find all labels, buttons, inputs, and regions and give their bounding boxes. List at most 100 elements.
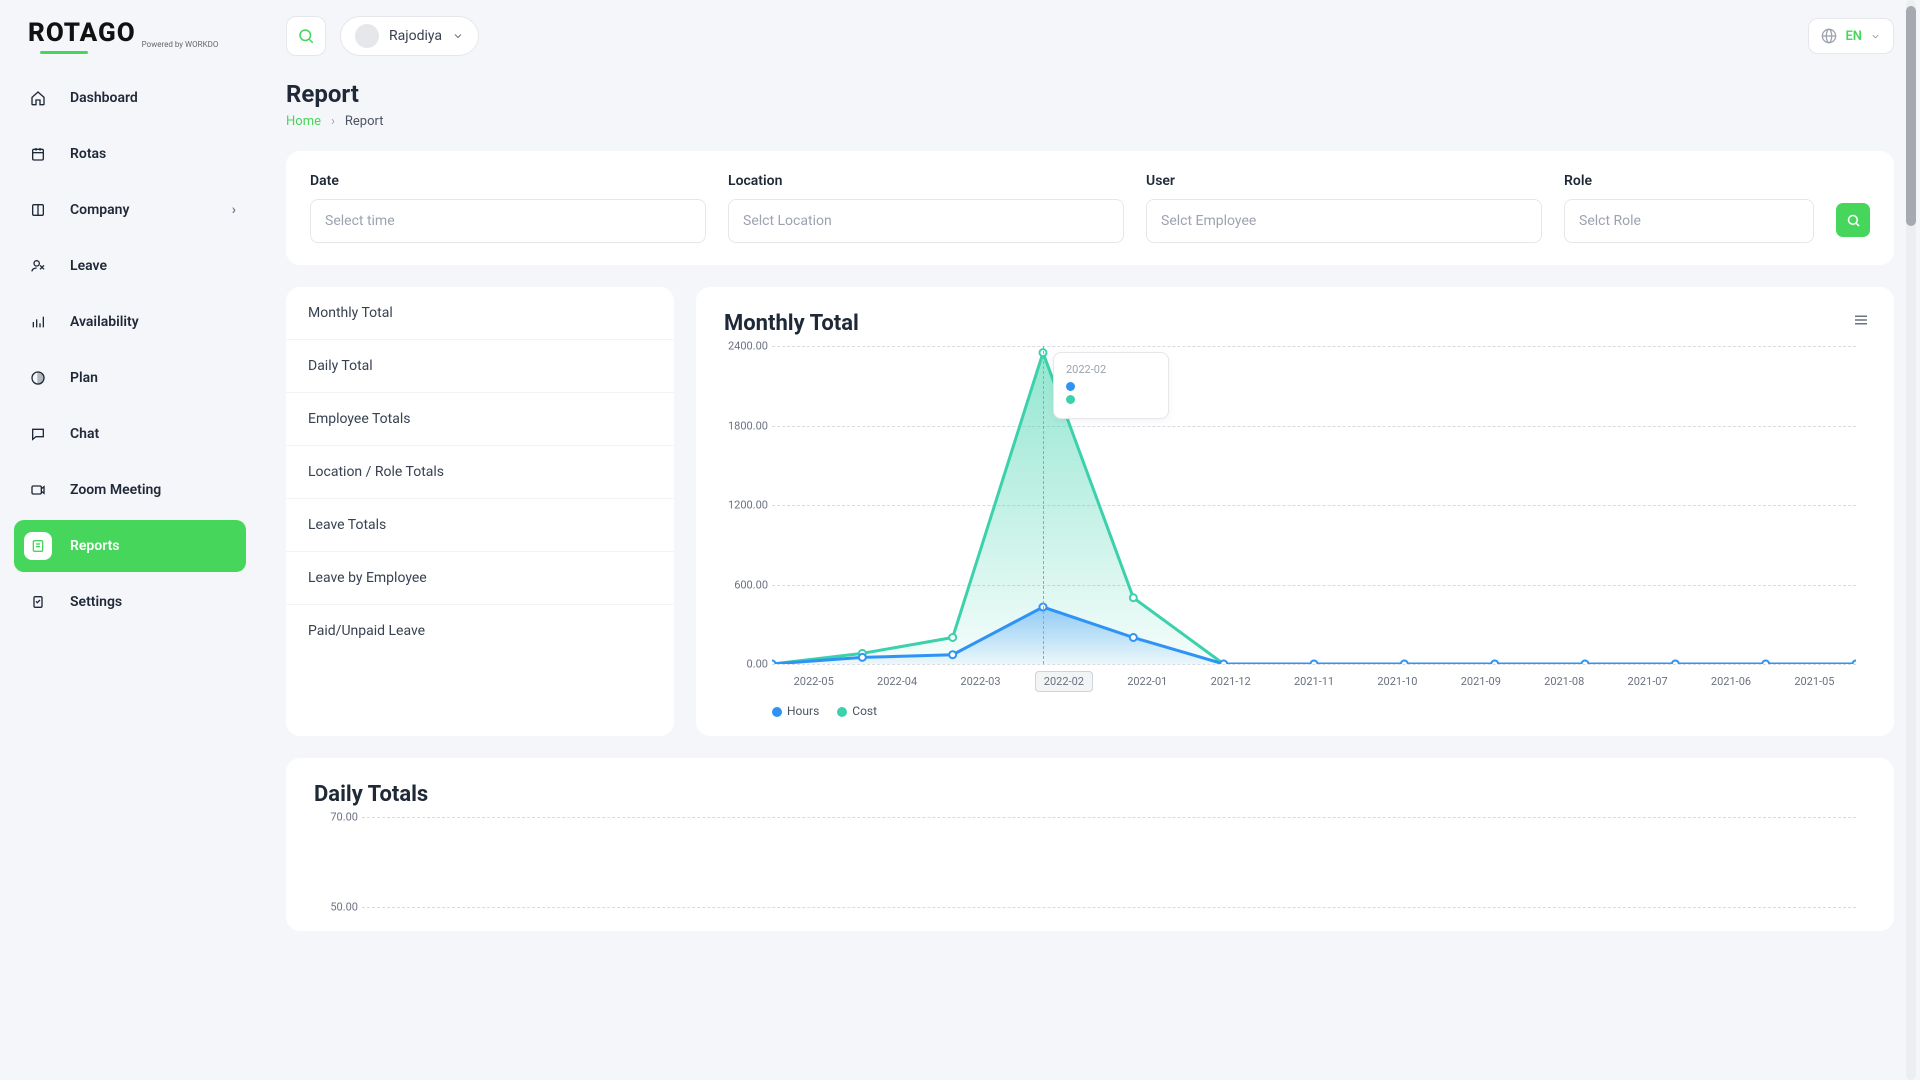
x-tick: 2021-11 bbox=[1272, 675, 1355, 688]
search-icon bbox=[1846, 213, 1861, 228]
date-field: Date bbox=[310, 173, 706, 243]
y-tick: 1800.00 bbox=[718, 419, 768, 432]
sidebar-item-label: Dashboard bbox=[70, 90, 138, 106]
sidebar-item-rotas[interactable]: Rotas bbox=[14, 128, 246, 180]
user-menu[interactable]: Rajodiya bbox=[340, 16, 479, 56]
chevron-down-icon bbox=[452, 30, 464, 42]
sidebar-item-label: Availability bbox=[70, 314, 139, 330]
chart-legend: Hours Cost bbox=[772, 704, 1866, 718]
role-label: Role bbox=[1564, 173, 1814, 189]
y-tick: 70.00 bbox=[308, 811, 358, 824]
role-field: Role bbox=[1564, 173, 1814, 243]
chart-area[interactable]: 50.0070.00 bbox=[362, 817, 1856, 907]
chart-title: Daily Totals bbox=[314, 782, 1866, 807]
app-logo: ROTAGO Powered by WORKDO bbox=[28, 18, 238, 48]
legend-hours: Hours bbox=[772, 704, 819, 718]
dashboard-icon bbox=[24, 84, 52, 112]
report-tab-employee-totals[interactable]: Employee Totals bbox=[286, 393, 674, 446]
y-tick: 50.00 bbox=[308, 901, 358, 914]
report-tab-paid-unpaid-leave[interactable]: Paid/Unpaid Leave bbox=[286, 605, 674, 657]
avatar bbox=[355, 24, 379, 48]
location-input[interactable] bbox=[728, 199, 1124, 243]
sidebar-item-label: Company bbox=[70, 202, 129, 218]
user-input[interactable] bbox=[1146, 199, 1542, 243]
chevron-right-icon: › bbox=[232, 202, 236, 218]
apply-filters-button[interactable] bbox=[1836, 203, 1870, 237]
location-label: Location bbox=[728, 173, 1124, 189]
x-axis: 2022-052022-042022-032022-022022-012021-… bbox=[772, 675, 1856, 688]
x-tick: 2022-04 bbox=[855, 675, 938, 688]
sidebar-item-availability[interactable]: Availability bbox=[14, 296, 246, 348]
location-field: Location bbox=[728, 173, 1124, 243]
leave-icon bbox=[24, 252, 52, 280]
report-tab-daily-total[interactable]: Daily Total bbox=[286, 340, 674, 393]
page-title: Report bbox=[286, 80, 1894, 108]
report-tab-leave-by-employee[interactable]: Leave by Employee bbox=[286, 552, 674, 605]
x-tick: 2021-10 bbox=[1356, 675, 1439, 688]
x-tick: 2022-01 bbox=[1106, 675, 1189, 688]
sidebar-item-plan[interactable]: Plan bbox=[14, 352, 246, 404]
chart-menu-button[interactable] bbox=[1852, 311, 1870, 333]
availability-icon bbox=[24, 308, 52, 336]
scroll-thumb[interactable] bbox=[1906, 6, 1916, 226]
x-tick: 2021-09 bbox=[1439, 675, 1522, 688]
scrollbar[interactable] bbox=[1906, 0, 1916, 1080]
chevron-down-icon bbox=[1870, 31, 1881, 42]
x-tick: 2021-07 bbox=[1606, 675, 1689, 688]
y-tick: 0.00 bbox=[718, 658, 768, 671]
sidebar-item-settings[interactable]: Settings bbox=[14, 576, 246, 628]
x-tick: 2021-06 bbox=[1689, 675, 1772, 688]
user-field: User bbox=[1146, 173, 1542, 243]
rotas-icon bbox=[24, 140, 52, 168]
search-button[interactable] bbox=[286, 16, 326, 56]
y-tick: 2400.00 bbox=[718, 340, 768, 353]
breadcrumb: Home › Report bbox=[286, 114, 1894, 129]
main-nav: Dashboard Rotas Company › Leave Availability P… bbox=[14, 72, 246, 628]
legend-cost: Cost bbox=[837, 704, 877, 718]
role-input[interactable] bbox=[1564, 199, 1814, 243]
zoom-meeting-icon bbox=[24, 476, 52, 504]
language-selector[interactable]: EN bbox=[1808, 18, 1894, 54]
chart-title: Monthly Total bbox=[724, 311, 1866, 336]
x-tick: 2022-02 bbox=[1022, 675, 1105, 688]
x-tick: 2021-05 bbox=[1773, 675, 1856, 688]
language-label: EN bbox=[1845, 29, 1862, 44]
brand-name: ROTAGO bbox=[28, 18, 136, 48]
report-tab-monthly-total[interactable]: Monthly Total bbox=[286, 287, 674, 340]
sidebar-item-zoom-meeting[interactable]: Zoom Meeting bbox=[14, 464, 246, 516]
sidebar-item-dashboard[interactable]: Dashboard bbox=[14, 72, 246, 124]
sidebar-item-company[interactable]: Company › bbox=[14, 184, 246, 236]
chart-tooltip: 2022-02 bbox=[1053, 352, 1169, 419]
user-label: User bbox=[1146, 173, 1542, 189]
sidebar-item-chat[interactable]: Chat bbox=[14, 408, 246, 460]
sidebar-item-leave[interactable]: Leave bbox=[14, 240, 246, 292]
reports-icon bbox=[24, 532, 52, 560]
sidebar-item-label: Plan bbox=[70, 370, 98, 386]
chevron-right-icon: › bbox=[331, 114, 335, 129]
globe-icon bbox=[1821, 28, 1837, 44]
breadcrumb-current: Report bbox=[345, 114, 384, 129]
x-tick: 2021-12 bbox=[1189, 675, 1272, 688]
sidebar-item-label: Zoom Meeting bbox=[70, 482, 161, 498]
sidebar: ROTAGO Powered by WORKDO DashboardRotasC… bbox=[0, 0, 260, 1080]
report-tab-leave-totals[interactable]: Leave Totals bbox=[286, 499, 674, 552]
plan-icon bbox=[24, 364, 52, 392]
company-icon bbox=[24, 196, 52, 224]
report-tab-location-role-totals[interactable]: Location / Role Totals bbox=[286, 446, 674, 499]
hamburger-icon bbox=[1852, 311, 1870, 329]
breadcrumb-home[interactable]: Home bbox=[286, 114, 321, 129]
topbar: Rajodiya EN bbox=[286, 16, 1894, 56]
sidebar-item-label: Leave bbox=[70, 258, 107, 274]
page-header: Report Home › Report bbox=[286, 80, 1894, 129]
tooltip-date: 2022-02 bbox=[1066, 363, 1156, 376]
date-input[interactable] bbox=[310, 199, 706, 243]
report-nav: Monthly TotalDaily TotalEmployee TotalsL… bbox=[286, 287, 674, 736]
y-tick: 1200.00 bbox=[718, 499, 768, 512]
x-tick: 2022-05 bbox=[772, 675, 855, 688]
sidebar-item-reports[interactable]: Reports bbox=[14, 520, 246, 572]
chart-area[interactable]: 0.00600.001200.001800.002400.002022-0520… bbox=[772, 346, 1856, 664]
sidebar-item-label: Reports bbox=[70, 538, 120, 554]
main-content: Rajodiya EN Report Home › Report Date bbox=[260, 0, 1920, 1080]
date-label: Date bbox=[310, 173, 706, 189]
settings-icon bbox=[24, 588, 52, 616]
